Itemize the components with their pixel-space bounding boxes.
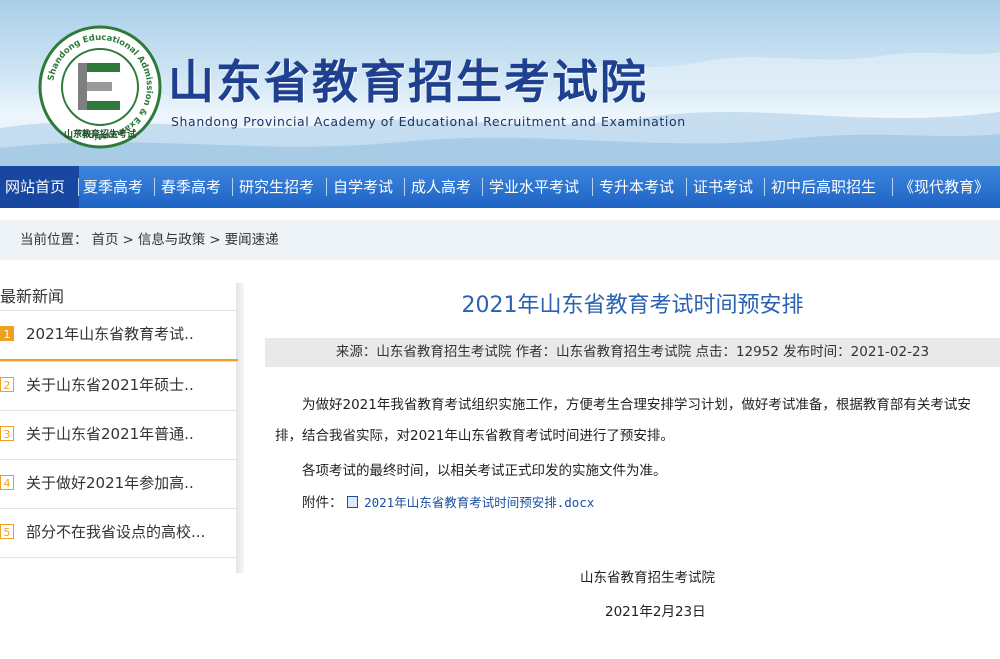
rank-badge: 5 — [0, 524, 14, 539]
news-item[interactable]: 2 关于山东省2021年硕士.. — [0, 361, 238, 410]
news-item[interactable]: 4 关于做好2021年参加高.. — [0, 459, 238, 508]
site-header: Shandong Educational Admission & Examina… — [0, 0, 1000, 166]
breadcrumb: 当前位置： 首页 > 信息与政策 > 要闻速递 — [20, 232, 279, 248]
attachment-row: 附件： 2021年山东省教育考试时间预安排.docx — [302, 491, 594, 511]
sidebar-title: 最新新闻 — [0, 287, 65, 306]
site-title: 山东省教育招生考试院 — [168, 55, 648, 109]
news-item-title[interactable]: 关于山东省2021年硕士.. — [26, 374, 194, 395]
rank-badge: 2 — [0, 377, 14, 392]
nav-item-vocational[interactable]: 初中后高职招生 — [771, 166, 876, 208]
rank-badge: 4 — [0, 475, 14, 490]
news-item[interactable]: 1 2021年山东省教育考试.. — [0, 310, 238, 361]
breadcrumb-news[interactable]: 要闻速递 — [225, 232, 279, 248]
nav-item-spring-gaokao[interactable]: 春季高考 — [161, 166, 221, 208]
news-list: 1 2021年山东省教育考试.. 2 关于山东省2021年硕士.. 3 关于山东… — [0, 310, 238, 558]
document-icon — [346, 496, 358, 508]
breadcrumb-prefix: 当前位置： — [20, 232, 88, 248]
attachment-label: 附件： — [302, 495, 343, 511]
main-nav: 网站首页 夏季高考 春季高考 研究生招考 自学考试 成人高考 学业水平考试 专升… — [0, 166, 1000, 208]
article-signature: 山东省教育招生考试院 — [580, 570, 715, 586]
nav-item-upgrade[interactable]: 专升本考试 — [599, 166, 674, 208]
nav-item-graduate[interactable]: 研究生招考 — [239, 166, 314, 208]
nav-item-adult-gaokao[interactable]: 成人高考 — [411, 166, 471, 208]
news-item-title[interactable]: 部分不在我省设点的高校... — [26, 521, 205, 542]
article-meta: 来源：山东省教育招生考试院 作者：山东省教育招生考试院 点击：12952 发布时… — [265, 338, 1000, 367]
article-title: 2021年山东省教育考试时间预安排 — [461, 293, 804, 318]
news-item[interactable]: 5 部分不在我省设点的高校... — [0, 508, 238, 558]
breadcrumb-policy[interactable]: 信息与政策 — [138, 232, 206, 248]
rank-badge: 3 — [0, 426, 14, 441]
nav-item-certificate[interactable]: 证书考试 — [693, 166, 753, 208]
news-item-title[interactable]: 关于山东省2021年普通.. — [26, 423, 194, 444]
breadcrumb-home[interactable]: 首页 — [92, 232, 119, 248]
svg-text:山东教育招生考试: 山东教育招生考试 — [64, 128, 136, 140]
site-subtitle: Shandong Provincial Academy of Education… — [171, 114, 686, 129]
latest-news-sidebar: 最新新闻 1 2021年山东省教育考试.. 2 关于山东省2021年硕士.. 3… — [0, 276, 240, 576]
article-paragraph: 各项考试的最终时间，以相关考试正式印发的实施文件为准。 — [302, 463, 667, 479]
news-item-title[interactable]: 2021年山东省教育考试.. — [26, 323, 194, 344]
news-item-title[interactable]: 关于做好2021年参加高.. — [26, 472, 194, 493]
nav-item-home[interactable]: 网站首页 — [0, 166, 79, 208]
article-paragraph: 为做好2021年我省教育考试组织实施工作，方便考生合理安排学习计划，做好考试准备… — [275, 397, 971, 444]
article-date: 2021年2月23日 — [605, 604, 706, 620]
academy-logo: Shandong Educational Admission & Examina… — [38, 25, 162, 149]
news-item[interactable]: 3 关于山东省2021年普通.. — [0, 410, 238, 459]
breadcrumb-bar: 当前位置： 首页 > 信息与政策 > 要闻速递 — [0, 220, 1000, 260]
nav-item-proficiency[interactable]: 学业水平考试 — [489, 166, 579, 208]
rank-badge: 1 — [0, 326, 14, 341]
nav-item-summer-gaokao[interactable]: 夏季高考 — [83, 166, 143, 208]
attachment-link[interactable]: 2021年山东省教育考试时间预安排.docx — [364, 495, 594, 510]
nav-item-self-study[interactable]: 自学考试 — [333, 166, 393, 208]
nav-item-modern-education[interactable]: 《现代教育》 — [899, 166, 989, 208]
